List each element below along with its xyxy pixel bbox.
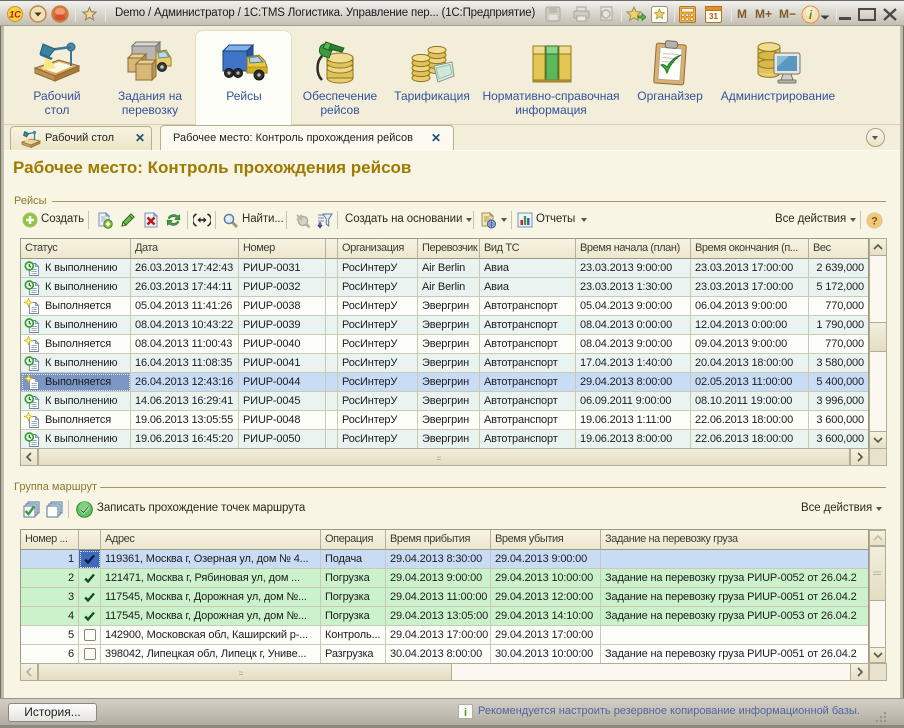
svg-text:i: i: [464, 707, 467, 719]
svg-text:1C: 1C: [9, 10, 21, 20]
svg-text:?: ?: [871, 216, 878, 228]
svg-text:31: 31: [709, 12, 718, 21]
